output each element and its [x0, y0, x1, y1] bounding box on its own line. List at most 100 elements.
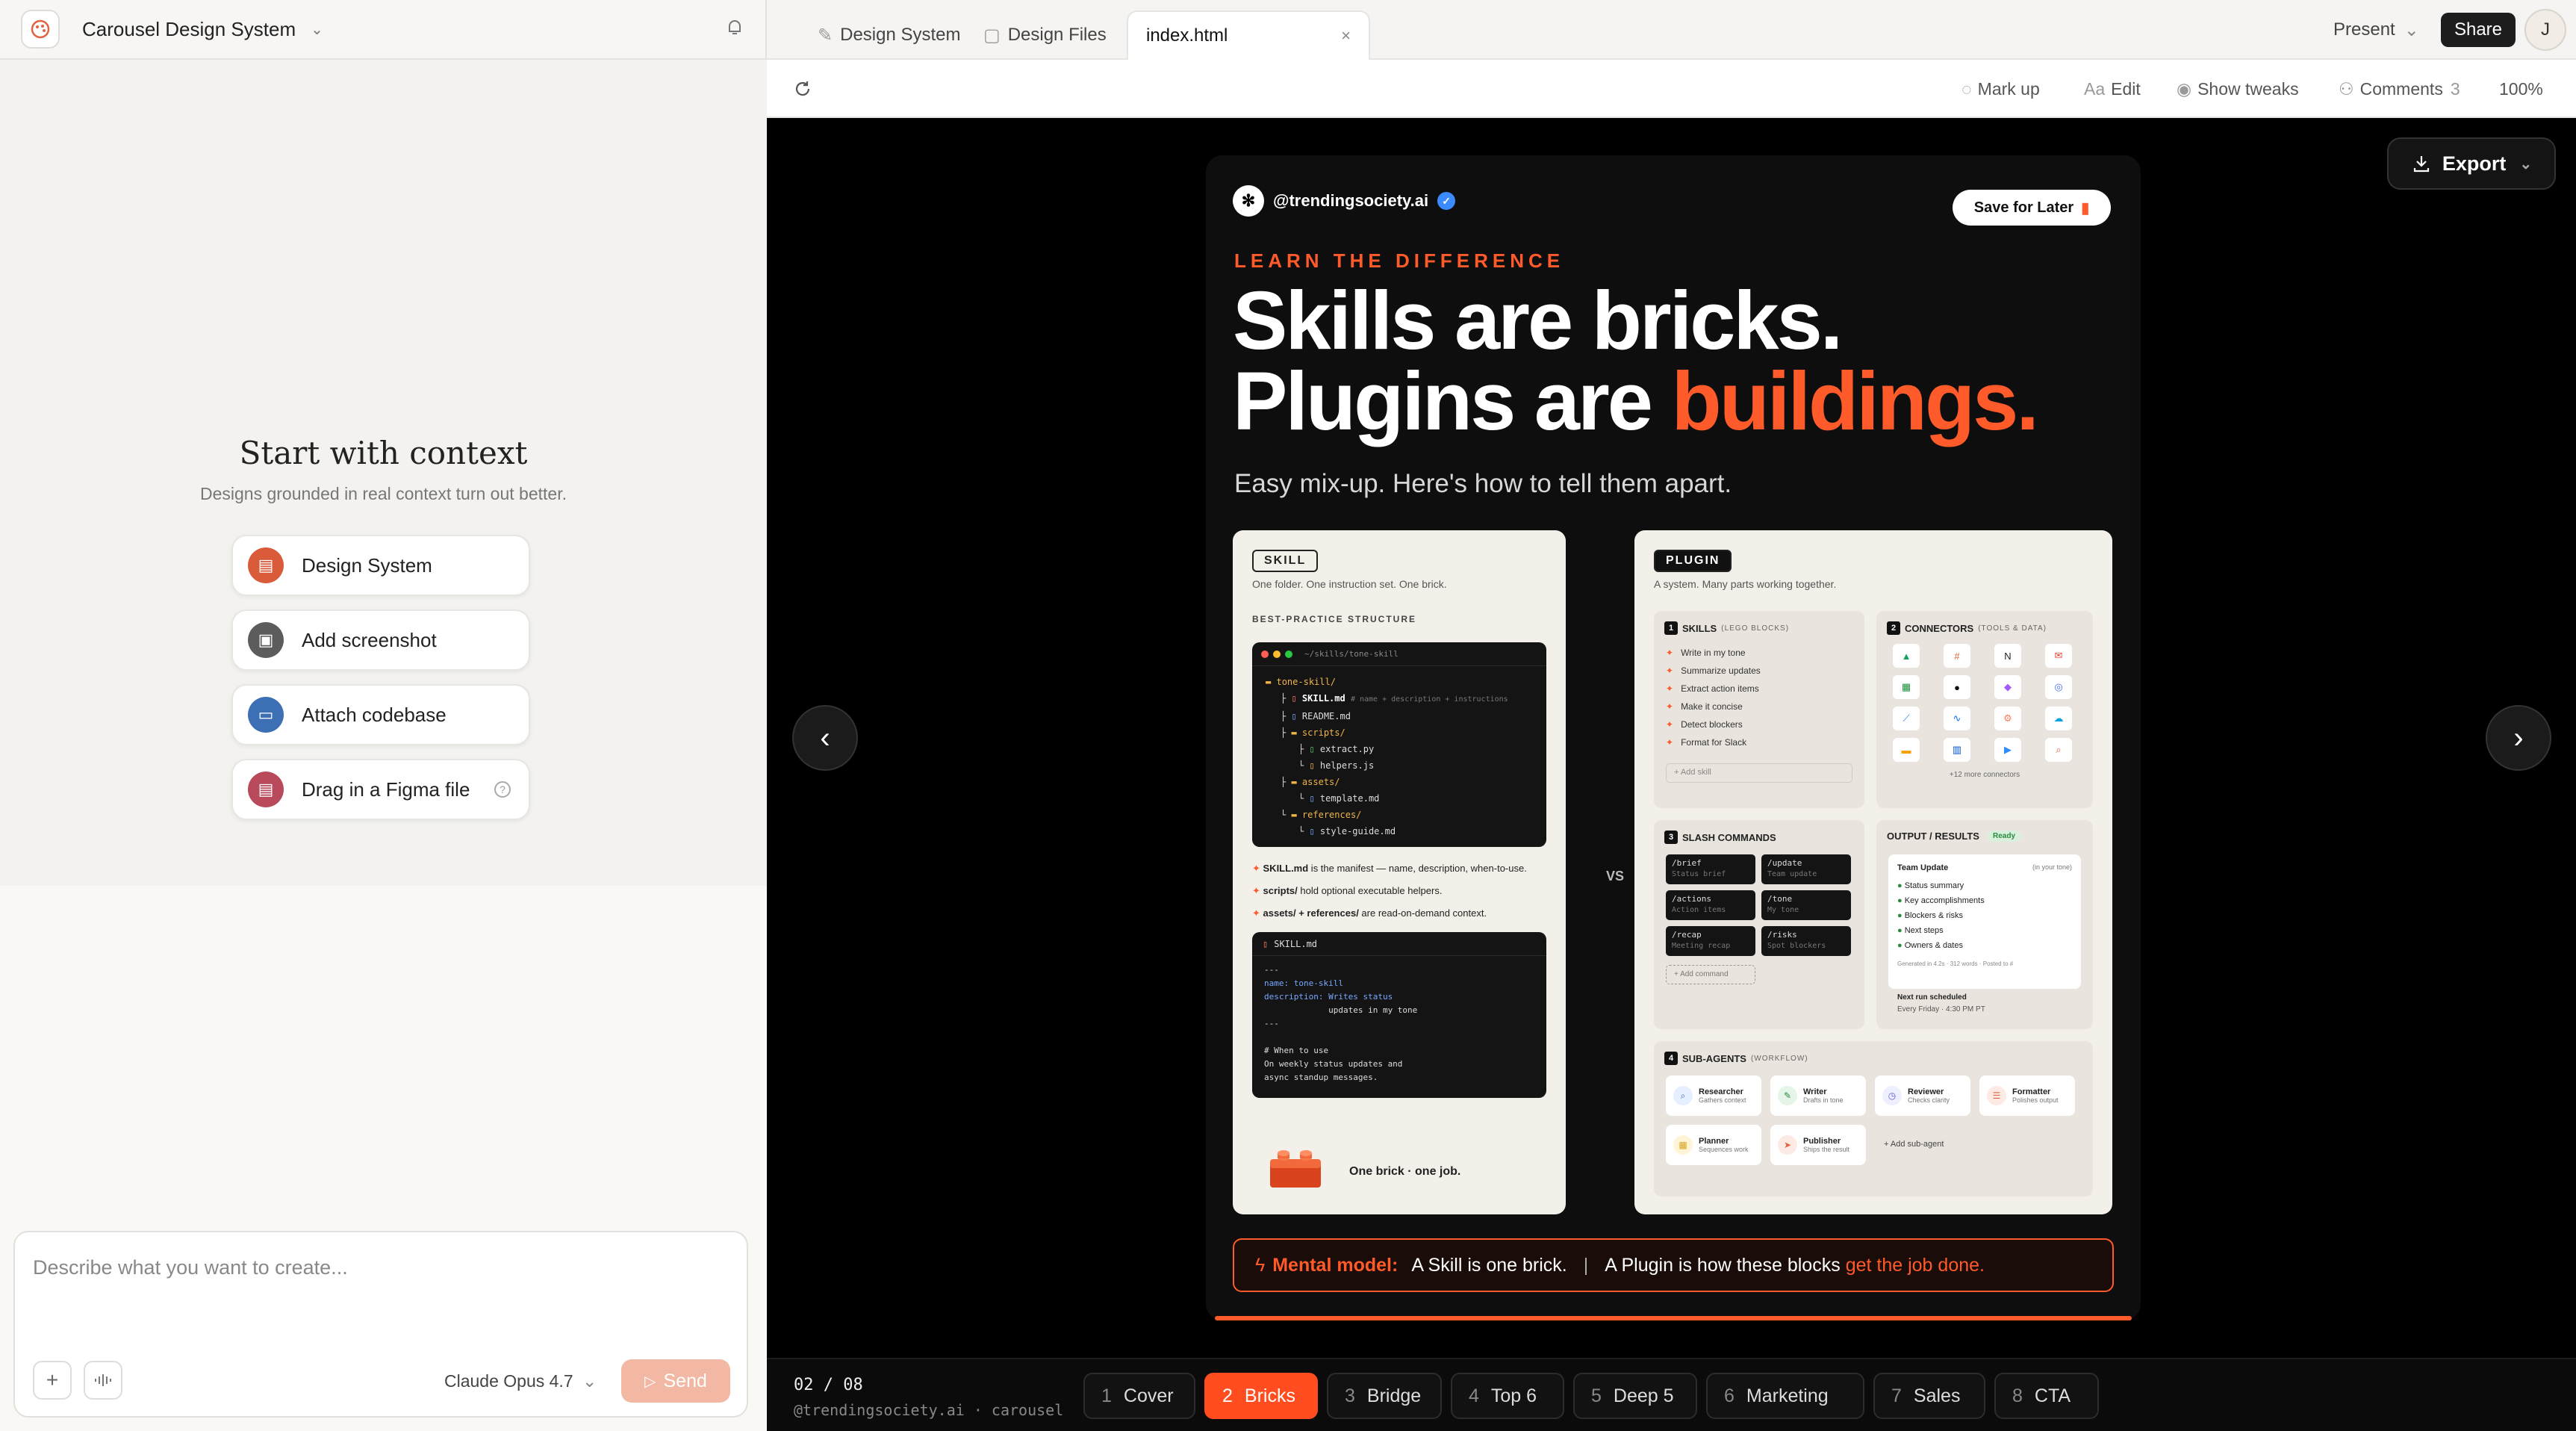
slash-commands-box: 3 SLASH COMMANDS /brief Status brief /upda…	[1654, 820, 1864, 1029]
slack-icon: #	[1944, 644, 1970, 668]
add-sub-agent-button[interactable]: + Add sub-agent	[1884, 1140, 1944, 1149]
slide-chip-bricks[interactable]: 2 Bricks	[1204, 1373, 1318, 1419]
skill-footer: One brick · one job.	[1349, 1165, 1461, 1178]
tab-design-system[interactable]: ✎ Design System	[800, 10, 979, 60]
agent-writer: ✎ Writer Drafts in tone	[1770, 1075, 1866, 1116]
pen-icon: ✎	[818, 25, 833, 46]
download-icon	[2413, 156, 2429, 173]
jira-icon: ⟋	[1893, 707, 1920, 730]
command-update: /update Team update	[1761, 854, 1851, 884]
skill-description: One folder. One instruction set. One bri…	[1252, 578, 1447, 590]
vs-label: VS	[1606, 869, 1625, 884]
app-logo-icon[interactable]	[21, 10, 60, 49]
add-skill-button[interactable]: + Add skill	[1666, 763, 1852, 783]
project-title[interactable]: Carousel Design System	[82, 18, 296, 41]
structure-label: BEST-PRACTICE STRUCTURE	[1252, 614, 1417, 624]
slide-chip-marketing[interactable]: 6 Marketing	[1706, 1373, 1864, 1419]
context-option-label: Design System	[302, 553, 432, 577]
slide-navigator: 02 / 08 @trendingsociety.ai · carousel 1…	[767, 1358, 2576, 1431]
tab-design-files[interactable]: ▢ Design Files	[965, 10, 1124, 60]
send-button[interactable]: ▷ Send	[621, 1359, 730, 1403]
mailchimp-icon: ▬	[1893, 738, 1920, 762]
drive-icon: ▲	[1893, 644, 1920, 668]
agent-formatter: ☰ Formatter Polishes output	[1979, 1075, 2075, 1116]
tab-index-html[interactable]: index.html ×	[1127, 10, 1370, 60]
slide-chip-cover[interactable]: 1 Cover	[1083, 1373, 1195, 1419]
add-command-button[interactable]: + Add command	[1666, 965, 1755, 984]
markup-button[interactable]: ◌ Mark up	[1961, 60, 2040, 118]
save-for-later-button[interactable]: Save for Later ▮	[1953, 190, 2111, 226]
lines-icon: ☰	[1987, 1086, 2006, 1105]
attach-codebase-button[interactable]: ▭ Attach codebase	[231, 684, 530, 745]
design-system-button[interactable]: ▤ Design System	[231, 535, 530, 596]
carousel-slide: ✻ @trendingsociety.ai ✓ Save for Later ▮ …	[1206, 155, 2141, 1320]
salesforce-icon: ☁	[2045, 707, 2072, 730]
text-icon: Aa	[2084, 78, 2106, 99]
file-icon: ▢	[983, 25, 1001, 46]
add-screenshot-button[interactable]: ▣ Add screenshot	[231, 609, 530, 671]
show-tweaks-button[interactable]: ◉ Show tweaks	[2177, 60, 2299, 118]
prompt-input[interactable]: Describe what you want to create...	[33, 1256, 348, 1279]
comments-button[interactable]: ⚇ Comments 3	[2339, 60, 2460, 118]
mental-model-banner: ϟ Mental model: A Skill is one brick. | …	[1233, 1238, 2114, 1292]
close-tab-icon[interactable]: ×	[1341, 26, 1351, 46]
prompt-composer[interactable]: Describe what you want to create... + Cl…	[13, 1231, 748, 1418]
export-button[interactable]: Export ⌄	[2387, 137, 2556, 190]
help-icon[interactable]: ?	[494, 781, 511, 798]
slide-dek: Easy mix-up. Here's how to tell them apa…	[1234, 469, 1732, 498]
search-icon: ⌕	[1673, 1086, 1693, 1105]
command-actions: /actions Action items	[1666, 890, 1755, 920]
command-risks: /risks Spot blockers	[1761, 926, 1851, 956]
edit-button[interactable]: Aa Edit	[2084, 60, 2141, 118]
model-selector[interactable]: Claude Opus 4.7 ⌄	[444, 1371, 597, 1391]
verified-badge-icon: ✓	[1437, 192, 1456, 210]
more-connectors: +12 more connectors	[1949, 771, 2020, 779]
notion-icon: N	[1994, 644, 2021, 668]
context-subtitle: Designs grounded in real context turn ou…	[200, 484, 567, 503]
skill-md-file: ▯ SKILL.md --- name: tone-skill descripti…	[1252, 932, 1546, 1098]
agent-planner: ▦ Planner Sequences work	[1666, 1125, 1761, 1165]
figma-icon: ◆	[1994, 675, 2021, 699]
slide-chip-cta[interactable]: 8 CTA	[1994, 1373, 2099, 1419]
command-brief: /brief Status brief	[1666, 854, 1755, 884]
account-handle: ✻ @trendingsociety.ai ✓	[1233, 185, 1456, 217]
skills-box: 1 SKILLS (LEGO BLOCKS) ✦ Write in my tone ✦…	[1654, 611, 1864, 808]
left-panel: Carousel Design System ⌄ Start with cont…	[0, 0, 767, 1431]
linear-icon: ◎	[2045, 675, 2072, 699]
project-header: Carousel Design System ⌄	[0, 0, 765, 60]
tab-bar: ✎ Design System ▢ Design Files index.html ×…	[767, 0, 2576, 60]
slide-chip-deep-5[interactable]: 5 Deep 5	[1573, 1373, 1697, 1419]
figma-file-icon: ▤	[248, 772, 284, 807]
eye-icon: ◉	[2177, 78, 2192, 99]
notification-bell-icon[interactable]	[725, 18, 744, 41]
previous-slide-button[interactable]: ‹	[792, 705, 858, 771]
slide-headline: Skills are bricks. Plugins are buildings…	[1233, 275, 2039, 447]
comment-icon: ◌	[1961, 78, 1972, 99]
preview-toolbar: ◌ Mark up Aa Edit ◉ Show tweaks ⚇ Comments 3 …	[767, 60, 2576, 118]
context-option-label: Attach codebase	[302, 703, 447, 726]
clock-icon: ◷	[1882, 1086, 1902, 1105]
calendar-icon: ▦	[1673, 1135, 1693, 1155]
figma-file-button[interactable]: ▤ Drag in a Figma file ?	[231, 759, 530, 820]
people-icon: ⚇	[2339, 78, 2354, 99]
context-option-label: Add screenshot	[302, 628, 437, 651]
add-attachment-icon[interactable]: +	[33, 1361, 72, 1400]
voice-input-icon[interactable]	[84, 1361, 122, 1400]
share-button[interactable]: Share	[2441, 13, 2516, 47]
present-button[interactable]: Present ⌄	[2333, 0, 2419, 60]
zapier-icon: ∿	[1944, 707, 1970, 730]
command-recap: /recap Meeting recap	[1666, 926, 1755, 956]
slide-chip-sales[interactable]: 7 Sales	[1873, 1373, 1985, 1419]
slide-chip-bridge[interactable]: 3 Bridge	[1327, 1373, 1442, 1419]
connectors-box: 2 CONNECTORS (TOOLS & DATA) ▲ # N ✉ ▦ ● ◆ …	[1876, 611, 2093, 808]
zoom-level[interactable]: 100%	[2499, 60, 2543, 118]
reload-icon[interactable]	[792, 60, 813, 118]
avatar[interactable]: J	[2524, 9, 2566, 51]
slide-chip-top-6[interactable]: 4 Top 6	[1451, 1373, 1564, 1419]
slide-accent-bar	[1215, 1316, 2132, 1320]
next-slide-button[interactable]: ›	[2486, 705, 2551, 771]
image-icon: ▣	[248, 622, 284, 658]
chevron-down-icon[interactable]: ⌄	[311, 20, 323, 39]
skill-card: SKILL One folder. One instruction set. O…	[1233, 530, 1566, 1214]
context-title: Start with context	[239, 435, 528, 471]
